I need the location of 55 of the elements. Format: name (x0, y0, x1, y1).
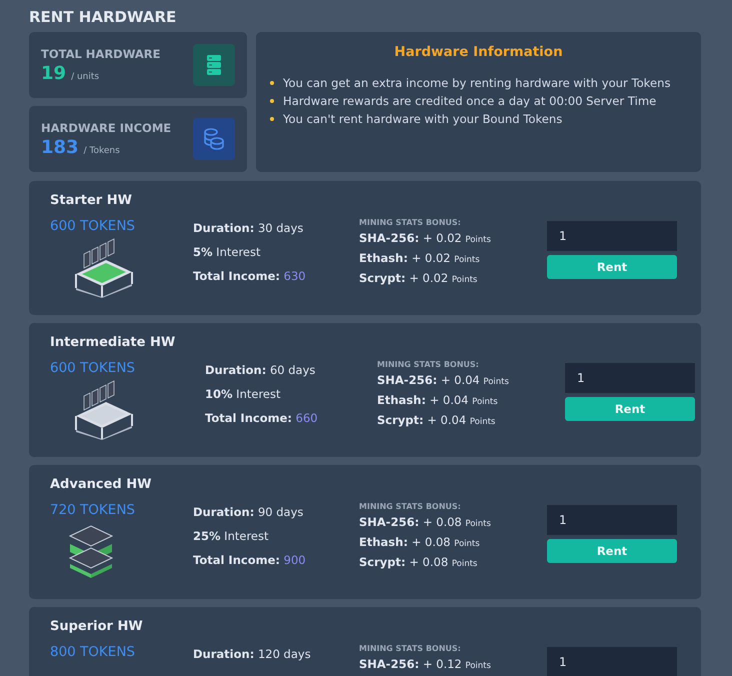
plan-detail: Duration: 60 days (205, 362, 316, 379)
bullet-icon (270, 99, 274, 103)
bullet-icon (270, 81, 274, 85)
bonus-line: SHA-256: + 0.04 Points (377, 372, 510, 389)
info-title: Hardware Information (393, 44, 564, 60)
plan-detail: Duration: 90 days (193, 504, 304, 521)
stat-value: 183 (41, 136, 79, 158)
income-value: 900 (284, 553, 306, 567)
server-icon (193, 44, 235, 86)
quantity-field[interactable]: 1 (565, 363, 695, 393)
income-value: 660 (296, 411, 318, 425)
plan-price: 600 TOKENS (50, 360, 136, 376)
bullet-icon (270, 117, 274, 121)
stat-label: TOTAL HARDWARE (41, 46, 161, 60)
income-label: Total Income: (193, 553, 280, 567)
income-label: Total Income: (205, 411, 292, 425)
quantity-field[interactable]: 1 (547, 647, 677, 676)
stat-unit: / Tokens (84, 146, 120, 156)
bonus-title: MINING STATS BONUS: (359, 218, 462, 227)
plan-detail: 25% Interest (193, 528, 270, 545)
bonus-line: SHA-256: + 0.02 Points (359, 230, 492, 247)
bonus-line: Ethash: + 0.04 Points (377, 392, 499, 409)
coins-icon (193, 118, 235, 160)
plan-price: 600 TOKENS (50, 218, 136, 234)
plan-name: Superior HW (50, 619, 144, 634)
page-title: RENT HARDWARE (29, 8, 178, 26)
bonus-line: SHA-256: + 0.08 Points (359, 514, 492, 531)
bonus-title: MINING STATS BONUS: (359, 502, 462, 511)
bonus-line: Scrypt: + 0.04 Points (377, 412, 496, 429)
bonus-title: MINING STATS BONUS: (377, 360, 480, 369)
stat-value: 19 (41, 62, 66, 84)
info-item: You can get an extra income by renting hardware with your Tokens (283, 75, 670, 92)
quantity-field[interactable]: 1 (547, 221, 677, 251)
info-item: Hardware rewards are credited once a day at 00:00 Server Time (283, 93, 656, 110)
income-label: Total Income: (193, 269, 280, 283)
plan-name: Advanced HW (50, 477, 152, 492)
plan-detail: 10% Interest (205, 386, 282, 403)
info-item: You can't rent hardware with your Bound Tokens (283, 111, 562, 128)
plan-price: 800 TOKENS (50, 644, 136, 660)
plan-price: 720 TOKENS (50, 502, 136, 518)
stat-unit: / units (71, 72, 100, 82)
plan-detail: 5% Interest (193, 244, 262, 261)
bonus-line: Scrypt: + 0.08 Points (359, 554, 478, 571)
plan-name: Starter HW (50, 193, 133, 208)
bonus-line: Ethash: + 0.02 Points (359, 250, 481, 267)
stat-label: HARDWARE INCOME (41, 120, 172, 134)
plan-detail: Duration: 30 days (193, 220, 304, 237)
quantity-field[interactable]: 1 (547, 505, 677, 535)
income-value: 630 (284, 269, 306, 283)
bonus-line: Scrypt: + 0.02 Points (359, 270, 478, 287)
bonus-line: Ethash: + 0.08 Points (359, 534, 481, 551)
plan-name: Intermediate HW (50, 335, 176, 350)
bonus-title: MINING STATS BONUS: (359, 644, 462, 653)
bonus-line: SHA-256: + 0.12 Points (359, 656, 492, 673)
plan-detail: Duration: 120 days (193, 646, 312, 663)
